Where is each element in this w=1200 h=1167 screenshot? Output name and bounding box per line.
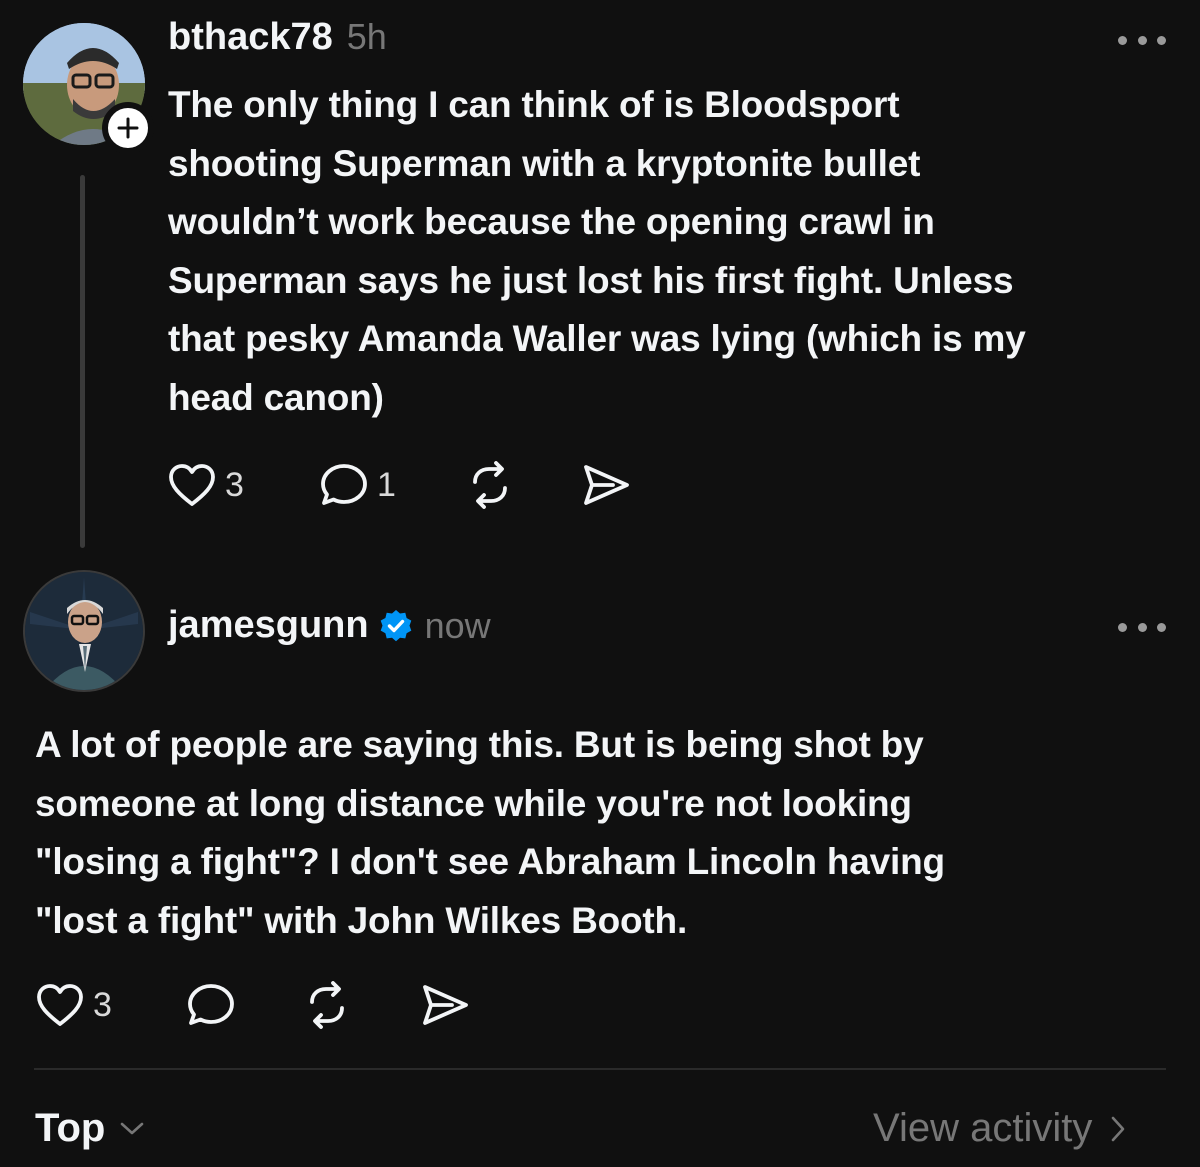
comment-icon xyxy=(188,984,234,1025)
heart-icon xyxy=(37,984,83,1026)
post2-like-button[interactable]: 3 xyxy=(35,980,112,1030)
post2-line: "lost a fight" with John Wilkes Booth. xyxy=(35,899,688,941)
avatar-jamesgunn[interactable] xyxy=(23,570,145,692)
chevron-right-icon xyxy=(1112,1116,1125,1141)
post1-line: shooting Superman with a kryptonite bull… xyxy=(168,142,921,184)
divider xyxy=(34,1068,1166,1070)
follow-plus-badge[interactable] xyxy=(102,102,154,154)
post1-reply-count: 1 xyxy=(377,465,396,504)
repost-icon xyxy=(310,981,344,1029)
view-activity-label: View activity xyxy=(873,1106,1093,1150)
comment-icon xyxy=(321,464,367,505)
post2-line: someone at long distance while you're no… xyxy=(35,782,912,824)
plus-icon xyxy=(117,117,139,139)
post1-like-button[interactable]: 3 xyxy=(167,460,244,510)
sort-label: Top xyxy=(35,1106,106,1150)
post2-header: jamesgunn now xyxy=(168,604,491,647)
post1-share-button[interactable] xyxy=(581,460,631,510)
post2-share-button[interactable] xyxy=(420,980,470,1030)
chevron-down-icon xyxy=(121,1122,144,1134)
share-icon xyxy=(584,465,629,505)
post1-username[interactable]: bthack78 xyxy=(168,16,333,59)
post1-reply-button[interactable]: 1 xyxy=(319,460,396,510)
post1-more-icon[interactable] xyxy=(1118,34,1166,46)
post1-timestamp: 5h xyxy=(346,16,387,57)
repost-icon xyxy=(473,461,507,509)
post2-like-count: 3 xyxy=(93,985,112,1024)
post1-line: head canon) xyxy=(168,376,384,418)
post1-line: that pesky Amanda Waller was lying (whic… xyxy=(168,318,1026,360)
post1-line: wouldn’t work because the opening crawl … xyxy=(168,201,935,243)
heart-icon xyxy=(169,464,215,506)
post2-username[interactable]: jamesgunn xyxy=(168,604,369,647)
post1-repost-button[interactable] xyxy=(465,460,515,510)
post1-like-count: 3 xyxy=(225,465,244,504)
post1-body: The only thing I can think of is Bloodsp… xyxy=(168,76,1178,428)
verified-icon xyxy=(380,609,411,641)
post1-header: bthack78 5h xyxy=(168,16,387,59)
post2-more-icon[interactable] xyxy=(1118,621,1166,633)
share-icon xyxy=(423,985,468,1025)
post2-line: "losing a fight"? I don't see Abraham Li… xyxy=(35,841,945,883)
post1-line: The only thing I can think of is Bloodsp… xyxy=(168,84,900,125)
thread-line xyxy=(80,175,85,548)
post2-line: A lot of people are saying this. But is … xyxy=(35,724,924,765)
sort-dropdown[interactable]: Top xyxy=(35,1106,145,1151)
post2-reply-button[interactable] xyxy=(186,980,236,1030)
post1-line: Superman says he just lost his first fig… xyxy=(168,259,1014,301)
post2-body: A lot of people are saying this. But is … xyxy=(35,716,1175,950)
post2-repost-button[interactable] xyxy=(302,980,352,1030)
post2-timestamp: now xyxy=(424,604,491,646)
view-activity-link[interactable]: View activity xyxy=(873,1106,1126,1151)
